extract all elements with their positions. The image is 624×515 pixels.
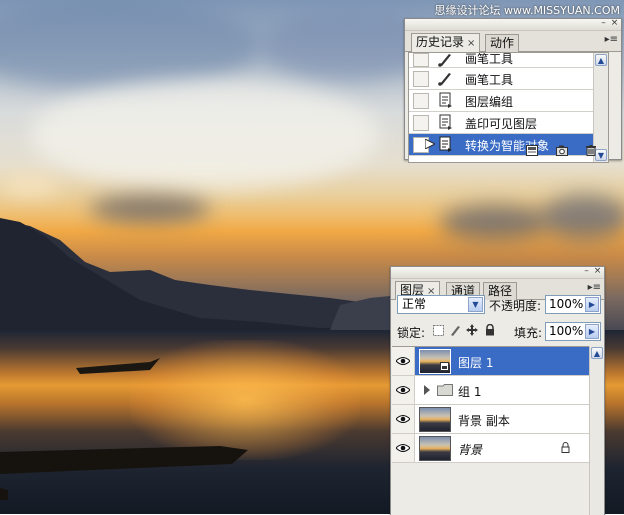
panel-menu-icon[interactable]: ▸≡ (605, 34, 618, 45)
layer-thumbnail (419, 407, 451, 432)
eye-icon (396, 386, 410, 394)
minimize-icon[interactable]: – (582, 267, 591, 276)
layer-name: 背景 副本 (458, 414, 510, 428)
history-source-checkbox[interactable] (413, 93, 429, 109)
opacity-value: 100% (549, 297, 584, 311)
list-item[interactable]: 图层编组 (409, 90, 608, 112)
close-icon[interactable]: × (610, 19, 619, 28)
snapshot-camera-icon[interactable] (556, 145, 568, 156)
layer-name: 背景 (458, 443, 483, 457)
history-source-checkbox[interactable] (413, 53, 429, 67)
lock-icon (561, 442, 570, 453)
scroll-up-button[interactable]: ▲ (591, 347, 603, 359)
layer-visibility-toggle[interactable] (392, 434, 415, 462)
layer-row[interactable]: 背景 (392, 434, 602, 463)
fill-slider-arrow-icon[interactable]: ▶ (585, 324, 599, 339)
history-item-label: 画笔工具 (465, 52, 514, 66)
minimize-icon[interactable]: – (599, 19, 608, 28)
history-footer (405, 143, 621, 159)
layer-thumbnail (419, 436, 451, 461)
layer-cell[interactable]: 组 1 (415, 376, 602, 404)
tab-actions[interactable]: 动作 (485, 34, 520, 52)
layer-visibility-toggle[interactable] (392, 376, 415, 404)
layer-name: 图层 1 (458, 356, 494, 370)
opacity-input[interactable]: 100% ▶ (545, 295, 601, 314)
smart-object-badge-icon (440, 362, 449, 371)
layer-visibility-toggle[interactable] (392, 405, 415, 433)
eye-icon (396, 357, 410, 365)
close-icon[interactable]: × (593, 267, 602, 276)
panel-menu-icon[interactable]: ▸≡ (588, 282, 601, 293)
brush-icon (438, 73, 451, 86)
eye-icon (396, 415, 410, 423)
layers-panel: – × 图层 × 通道 路径 ▸≡ 正常 ▼ 不透明度: 100% ▶ 锁定: 填… (390, 266, 605, 515)
layers-scrollbar[interactable]: ▲ (589, 346, 604, 515)
lock-all-icon[interactable] (485, 324, 495, 336)
history-state-icon (439, 114, 452, 130)
lock-image-pixels-brush-icon[interactable] (449, 324, 461, 336)
expand-group-triangle-icon[interactable] (423, 385, 431, 395)
history-source-checkbox[interactable] (413, 71, 429, 87)
panel-titlebar[interactable]: – × (405, 19, 621, 31)
fill-label: 填充: (514, 326, 543, 340)
history-item-label: 盖印可见图层 (465, 117, 538, 131)
history-item-label: 图层编组 (465, 95, 514, 109)
history-item-label: 画笔工具 (465, 73, 514, 87)
lock-position-move-icon[interactable] (466, 324, 478, 336)
folder-icon (437, 384, 453, 396)
layer-row[interactable]: 组 1 (392, 376, 602, 405)
tab-label: 路径 (488, 284, 513, 298)
layer-row[interactable]: 图层 1 (392, 347, 602, 376)
panel-titlebar[interactable]: – × (391, 267, 604, 279)
layer-name: 组 1 (458, 385, 482, 399)
brush-icon (438, 54, 451, 67)
new-document-from-state-icon[interactable] (526, 145, 538, 156)
history-state-icon (439, 92, 452, 108)
blend-mode-value: 正常 (402, 297, 427, 311)
lock-transparent-pixels-icon[interactable] (433, 325, 444, 336)
trash-icon[interactable] (585, 145, 597, 156)
watermark-text: 思缘设计论坛 www.MISSYUAN.COM (434, 4, 620, 17)
layer-cell[interactable]: 背景 (415, 434, 602, 462)
layer-visibility-toggle[interactable] (392, 347, 415, 375)
chevron-down-icon[interactable]: ▼ (468, 297, 483, 312)
fill-input[interactable]: 100% ▶ (545, 322, 601, 341)
layer-row[interactable]: 背景 副本 (392, 405, 602, 434)
lock-label: 锁定: (397, 326, 426, 340)
layer-cell[interactable]: 背景 副本 (415, 405, 602, 433)
tab-close-icon[interactable]: × (467, 38, 475, 49)
tab-label: 动作 (490, 36, 515, 50)
fill-value: 100% (549, 324, 584, 338)
history-tabs: 历史记录 × 动作 ▸≡ (405, 31, 621, 52)
layers-list: 图层 1 组 1 背景 副本 背景 (392, 346, 602, 463)
list-item[interactable]: 盖印可见图层 (409, 112, 608, 134)
scroll-up-button[interactable]: ▲ (595, 54, 607, 66)
tab-history[interactable]: 历史记录 × (411, 33, 481, 52)
opacity-label: 不透明度: (489, 299, 542, 313)
list-item[interactable]: 画笔工具 (409, 53, 608, 68)
layer-cell[interactable]: 图层 1 (415, 347, 602, 375)
list-item[interactable]: 画笔工具 (409, 68, 608, 90)
history-panel: – × 历史记录 × 动作 ▸≡ 画笔工具 画笔工具 图层编组 盖印可见图层 转… (404, 18, 622, 163)
eye-icon (396, 444, 410, 452)
history-source-checkbox[interactable] (413, 115, 429, 131)
blend-mode-select[interactable]: 正常 ▼ (397, 295, 485, 314)
opacity-slider-arrow-icon[interactable]: ▶ (585, 297, 599, 312)
tab-label: 历史记录 (416, 35, 465, 49)
